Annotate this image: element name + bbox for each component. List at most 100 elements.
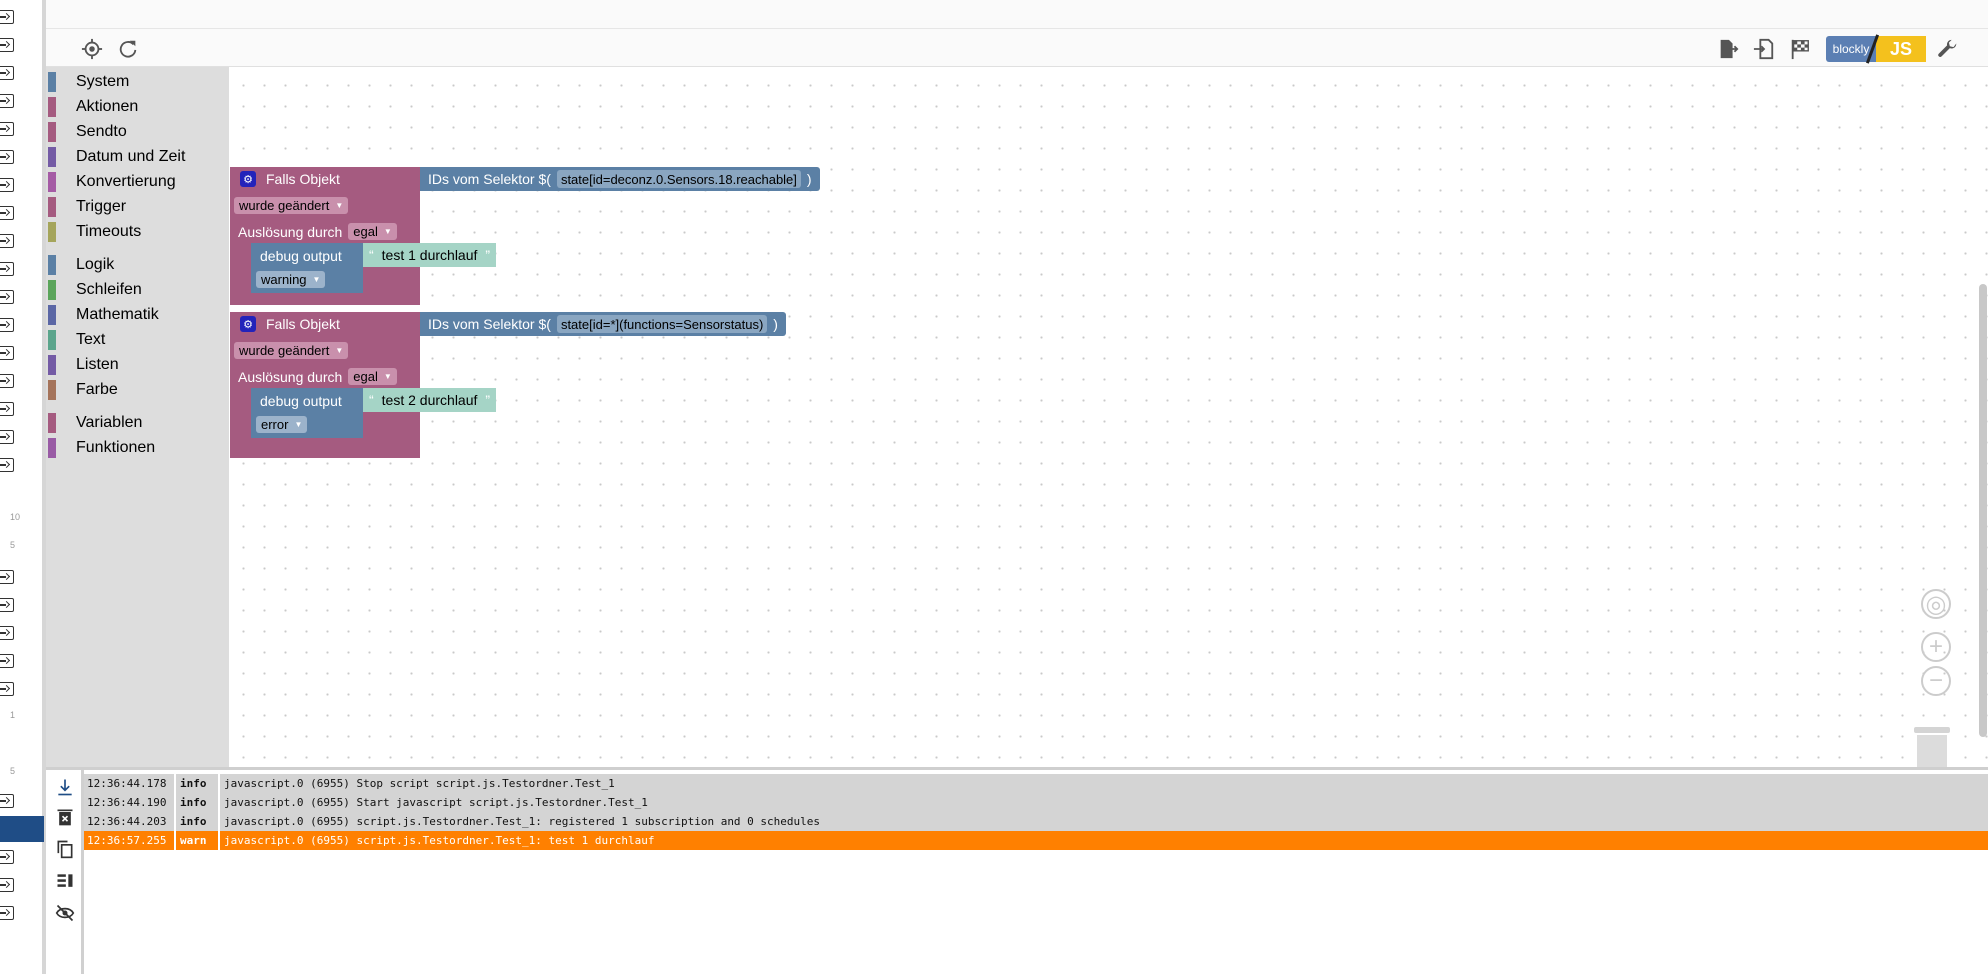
open-script-icon[interactable] — [0, 794, 14, 808]
open-script-icon[interactable] — [0, 318, 14, 332]
open-script-icon[interactable] — [0, 262, 14, 276]
category-konvertierung[interactable]: Konvertierung — [48, 172, 176, 192]
category-label: System — [76, 73, 130, 90]
level-dropdown[interactable]: warning ▼ — [256, 271, 326, 288]
text-block[interactable]: “ test 2 durchlauf ” — [363, 388, 497, 412]
category-funktionen[interactable]: Funktionen — [48, 438, 155, 458]
text-value[interactable]: test 1 durchlauf — [382, 247, 478, 263]
log-level: warn — [176, 831, 220, 850]
open-script-icon[interactable] — [0, 626, 14, 640]
clear-log-icon[interactable] — [54, 806, 76, 828]
debug-block[interactable]: debug output warning ▼ — [251, 243, 363, 293]
change-dropdown[interactable]: wurde geändert ▼ — [234, 342, 349, 359]
open-script-icon[interactable] — [0, 878, 14, 892]
export-icon[interactable] — [1716, 37, 1740, 61]
selector-prefix: IDs vom Selektor $( — [428, 171, 551, 187]
open-script-icon[interactable] — [0, 598, 14, 612]
change-dropdown[interactable]: wurde geändert ▼ — [234, 197, 349, 214]
category-system[interactable]: System — [48, 72, 129, 92]
selector-block[interactable]: IDs vom Selektor $( state[id=*](function… — [420, 312, 786, 336]
blockly-toolbox: System Aktionen Sendto Datum und Zeit Ko… — [46, 67, 229, 767]
log-row: 12:36:44.190 info javascript.0 (6955) St… — [84, 793, 1988, 812]
open-script-icon[interactable] — [0, 234, 14, 248]
open-script-icon[interactable] — [0, 206, 14, 220]
category-mathematik[interactable]: Mathematik — [48, 305, 159, 325]
category-aktionen[interactable]: Aktionen — [48, 97, 138, 117]
open-script-icon[interactable] — [0, 94, 14, 108]
debug-label: debug output — [260, 248, 342, 264]
category-sendto[interactable]: Sendto — [48, 122, 127, 142]
category-color-bar — [48, 172, 56, 192]
category-variablen[interactable]: Variablen — [48, 413, 142, 433]
trigger-dropdown[interactable]: egal ▼ — [348, 368, 397, 385]
copy-icon[interactable] — [54, 838, 76, 860]
recenter-icon[interactable]: ◎ — [1921, 589, 1951, 619]
checkered-flag-icon[interactable] — [1788, 37, 1812, 61]
open-script-icon[interactable] — [0, 402, 14, 416]
blockly-js-toggle[interactable]: blockly JS — [1826, 34, 1926, 64]
open-script-icon[interactable] — [0, 346, 14, 360]
strip-number: 5 — [10, 766, 16, 776]
open-script-icon[interactable] — [0, 178, 14, 192]
category-datum-und-zeit[interactable]: Datum und Zeit — [48, 147, 185, 167]
import-icon[interactable] — [1752, 37, 1776, 61]
view-toggle-icon[interactable] — [54, 870, 76, 892]
wrench-icon[interactable] — [1936, 37, 1960, 61]
category-listen[interactable]: Listen — [48, 355, 119, 375]
zoom-in-icon[interactable]: + — [1921, 632, 1951, 662]
eye-off-icon[interactable] — [54, 902, 76, 924]
open-script-icon[interactable] — [0, 10, 14, 24]
open-script-icon[interactable] — [0, 290, 14, 304]
category-farbe[interactable]: Farbe — [48, 380, 118, 400]
level-dropdown[interactable]: error ▼ — [256, 416, 308, 433]
category-schleifen[interactable]: Schleifen — [48, 280, 142, 300]
trash-icon[interactable] — [1914, 727, 1950, 767]
log-level: info — [176, 793, 220, 812]
locate-icon[interactable] — [80, 37, 104, 61]
category-logik[interactable]: Logik — [48, 255, 114, 275]
debug-block[interactable]: debug output error ▼ — [251, 388, 363, 438]
selector-input[interactable]: state[id=*](functions=Sensorstatus) — [556, 315, 768, 333]
open-script-icon[interactable] — [0, 374, 14, 388]
category-label: Schleifen — [76, 281, 142, 298]
log-row: 12:36:44.178 info javascript.0 (6955) St… — [84, 774, 1988, 793]
level-value: error — [261, 417, 289, 432]
zoom-out-icon[interactable]: − — [1921, 666, 1951, 696]
block-title: Falls Objekt — [266, 316, 340, 332]
open-script-icon[interactable] — [0, 906, 14, 920]
trigger-label: Auslösung durch — [238, 223, 343, 240]
gear-icon[interactable]: ⚙ — [240, 171, 256, 187]
text-block[interactable]: “ test 1 durchlauf ” — [363, 243, 497, 267]
open-script-icon[interactable] — [0, 570, 14, 584]
category-label: Logik — [76, 256, 115, 273]
log-level: info — [176, 812, 220, 831]
open-script-icon[interactable] — [0, 122, 14, 136]
workspace-scrollbar[interactable] — [1979, 284, 1987, 737]
open-script-icon[interactable] — [0, 150, 14, 164]
category-trigger[interactable]: Trigger — [48, 197, 126, 217]
selector-block[interactable]: IDs vom Selektor $( state[id=deconz.0.Se… — [420, 167, 820, 191]
category-color-bar — [48, 355, 56, 375]
selected-script-row[interactable] — [0, 816, 44, 842]
open-script-icon[interactable] — [0, 682, 14, 696]
text-value[interactable]: test 2 durchlauf — [382, 392, 478, 408]
open-script-icon[interactable] — [0, 66, 14, 80]
category-label: Konvertierung — [76, 173, 176, 190]
scroll-down-icon[interactable] — [54, 776, 76, 798]
log-message: javascript.0 (6955) Stop script script.j… — [224, 777, 615, 790]
category-color-bar — [48, 438, 56, 458]
open-script-icon[interactable] — [0, 38, 14, 52]
open-script-icon[interactable] — [0, 458, 14, 472]
open-script-icon[interactable] — [0, 850, 14, 864]
category-timeouts[interactable]: Timeouts — [48, 222, 141, 242]
selector-prefix: IDs vom Selektor $( — [428, 316, 551, 332]
refresh-icon[interactable] — [116, 37, 140, 61]
trigger-dropdown[interactable]: egal ▼ — [348, 223, 397, 240]
selector-input[interactable]: state[id=deconz.0.Sensors.18.reachable] — [556, 170, 801, 188]
change-label: wurde geändert — [239, 343, 330, 358]
gear-icon[interactable]: ⚙ — [240, 316, 256, 332]
category-text[interactable]: Text — [48, 330, 105, 350]
open-script-icon[interactable] — [0, 654, 14, 668]
open-script-icon[interactable] — [0, 430, 14, 444]
blockly-workspace[interactable]: ⚙ Falls Objekt wurde geändert ▼ Auslösung… — [229, 67, 1988, 767]
